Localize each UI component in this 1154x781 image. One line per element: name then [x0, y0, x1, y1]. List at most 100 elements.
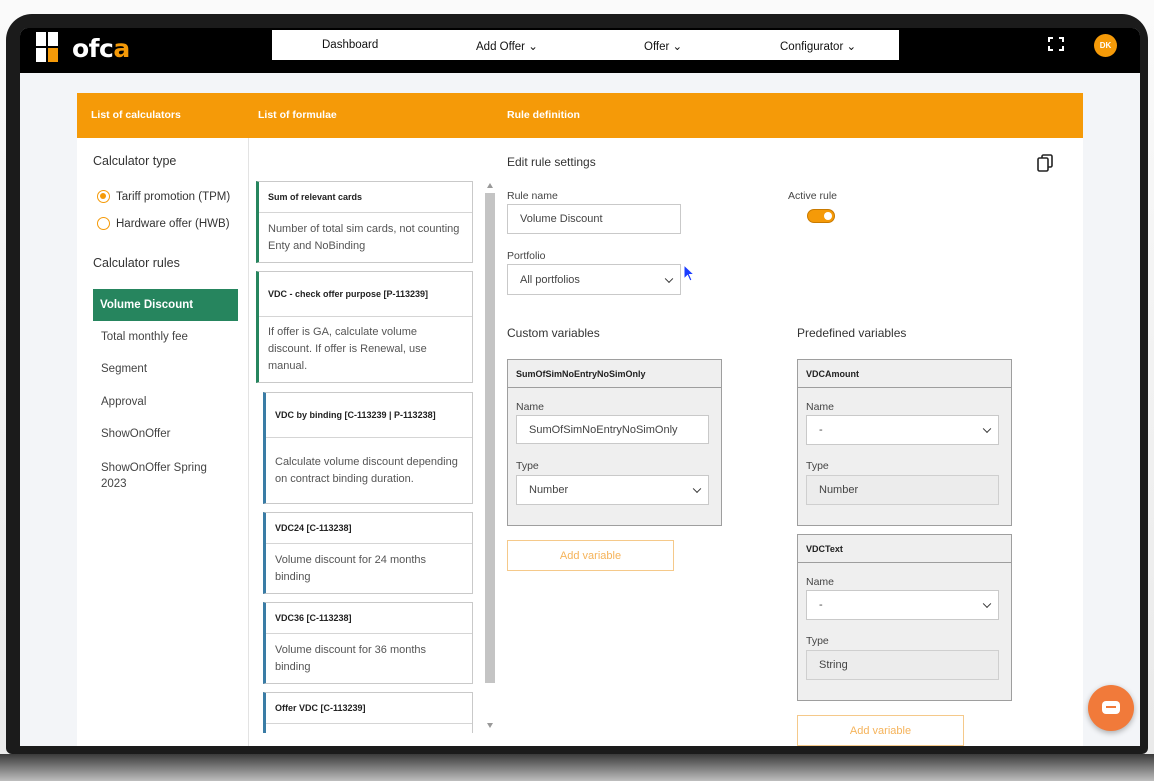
user-avatar[interactable]: DK	[1094, 34, 1117, 57]
predefined-variable-card: VDCAmount Name - Type Number	[797, 359, 1012, 526]
active-rule-label: Active rule	[788, 190, 838, 202]
device-base	[0, 754, 1154, 781]
rule-item-total-monthly-fee[interactable]: Total monthly fee	[101, 331, 246, 343]
radio-tpm-label: Tariff promotion (TPM)	[116, 190, 231, 203]
nav-configurator[interactable]: Configurator ⌄	[780, 39, 856, 53]
scroll-down-icon[interactable]	[487, 723, 493, 728]
rule-item-approval[interactable]: Approval	[101, 396, 246, 408]
edit-rule-heading: Edit rule settings	[507, 155, 596, 169]
header-formulae: List of formulae	[258, 109, 337, 121]
predefined-var-name-value: -	[819, 424, 823, 436]
nav-dashboard[interactable]: Dashboard	[322, 39, 378, 51]
radio-unselected-icon	[97, 217, 110, 230]
portfolio-value: All portfolios	[520, 273, 580, 286]
chevron-down-icon	[982, 599, 992, 609]
fullscreen-icon[interactable]	[1048, 37, 1064, 51]
radio-hwb-label: Hardware offer (HWB)	[116, 217, 230, 230]
scroll-up-icon[interactable]	[487, 183, 493, 188]
predefined-var-type-readonly: Number	[806, 475, 999, 505]
nav-add-offer[interactable]: Add Offer ⌄	[476, 39, 538, 53]
header-rule-definition: Rule definition	[507, 109, 580, 121]
custom-var-type-select[interactable]: Number	[516, 475, 709, 505]
main-nav: Dashboard Add Offer ⌄ Offer ⌄ Configurat…	[272, 30, 899, 60]
radio-selected-icon	[97, 190, 110, 203]
predefined-var-name-select[interactable]: -	[806, 415, 999, 445]
rule-name-label: Rule name	[507, 190, 558, 202]
rule-item-showonoffer[interactable]: ShowOnOffer	[101, 428, 246, 440]
formula-card[interactable]: VDC36 [C-113238] Volume discount for 36 …	[263, 602, 473, 684]
ofca-logo[interactable]: ofca	[36, 32, 130, 64]
formula-title: VDC24 [C-113238]	[266, 513, 472, 544]
logo-mark-icon	[36, 32, 68, 64]
formula-title: VDC - check offer purpose [P-113239]	[259, 272, 472, 317]
add-custom-variable-button[interactable]: Add variable	[507, 540, 674, 571]
portfolio-label: Portfolio	[507, 250, 546, 262]
chevron-down-icon	[982, 424, 992, 434]
top-bar: ofca Dashboard Add Offer ⌄ Offer ⌄ Confi…	[20, 28, 1140, 73]
predefined-variable-title: VDCText	[798, 535, 1011, 563]
predefined-variable-card: VDCText Name - Type String	[797, 534, 1012, 701]
device-frame: ofca Dashboard Add Offer ⌄ Offer ⌄ Confi…	[0, 0, 1154, 781]
header-calculators: List of calculators	[91, 109, 181, 121]
copy-icon[interactable]	[1037, 154, 1053, 172]
formula-card[interactable]: Offer VDC [C-113239]	[263, 692, 473, 733]
predefined-var-type-label: Type	[806, 460, 829, 472]
formula-desc	[266, 724, 472, 733]
predefined-var-name-select[interactable]: -	[806, 590, 999, 620]
formula-card[interactable]: VDC24 [C-113238] Volume discount for 24 …	[263, 512, 473, 594]
predefined-var-type-label: Type	[806, 635, 829, 647]
portfolio-select[interactable]: All portfolios	[507, 264, 681, 295]
formula-desc: Number of total sim cards, not counting …	[268, 222, 460, 252]
custom-var-type-label: Type	[516, 460, 539, 472]
predefined-variables-heading: Predefined variables	[797, 326, 907, 340]
radio-tpm[interactable]: Tariff promotion (TPM)	[97, 190, 230, 203]
chevron-down-icon	[664, 274, 674, 283]
mouse-cursor-icon	[683, 264, 695, 282]
formulae-list: Sum of relevant cards Number of total si…	[256, 181, 486, 733]
logo-text: ofc	[72, 33, 114, 63]
page-title-strip	[20, 73, 1140, 93]
configurator-panel: List of calculators List of formulae Rul…	[77, 93, 1083, 746]
formula-card[interactable]: VDC - check offer purpose [P-113239] If …	[256, 271, 473, 383]
formula-title: VDC by binding [C-113239 | P-113238]	[266, 393, 472, 438]
chat-bubble-icon	[1102, 701, 1120, 714]
predefined-var-name-label: Name	[806, 576, 835, 588]
formula-desc: Calculate volume discount depending on c…	[275, 455, 458, 485]
calculator-type-heading: Calculator type	[93, 154, 177, 168]
scroll-thumb[interactable]	[485, 193, 495, 683]
predefined-var-type-readonly: String	[806, 650, 999, 680]
chat-icon[interactable]	[1088, 685, 1134, 731]
logo-accent: a	[113, 33, 130, 63]
rule-name-input[interactable]: Volume Discount	[507, 204, 681, 234]
formula-title: Sum of relevant cards	[259, 182, 472, 213]
add-predefined-variable-button[interactable]: Add variable	[797, 715, 964, 746]
formula-desc: Volume discount for 36 months binding	[275, 643, 427, 673]
formulae-scrollbar[interactable]	[484, 181, 496, 733]
rule-item-segment[interactable]: Segment	[101, 363, 246, 375]
custom-variable-card: SumOfSimNoEntryNoSimOnly Name SumOfSimNo…	[507, 359, 722, 526]
predefined-variable-title: VDCAmount	[798, 360, 1011, 388]
predefined-var-name-value: -	[819, 599, 823, 611]
rule-item-showonoffer-spring[interactable]: ShowOnOffer Spring 2023	[101, 460, 231, 492]
chevron-down-icon	[692, 484, 702, 494]
nav-offer[interactable]: Offer ⌄	[644, 39, 682, 53]
column-divider	[248, 138, 249, 746]
formula-desc: If offer is GA, calculate volume discoun…	[268, 326, 427, 372]
calculator-rules-heading: Calculator rules	[93, 256, 180, 270]
formula-title: Offer VDC [C-113239]	[266, 693, 472, 724]
formula-card[interactable]: VDC by binding [C-113239 | P-113238] Cal…	[263, 392, 473, 504]
formula-title: VDC36 [C-113238]	[266, 603, 472, 634]
rule-item-volume-discount[interactable]: Volume Discount	[93, 289, 238, 321]
radio-hwb[interactable]: Hardware offer (HWB)	[97, 217, 230, 230]
custom-var-name-label: Name	[516, 401, 545, 413]
custom-var-name-input[interactable]: SumOfSimNoEntryNoSimOnly	[516, 415, 709, 444]
formula-card[interactable]: Sum of relevant cards Number of total si…	[256, 181, 473, 263]
predefined-var-name-label: Name	[806, 401, 835, 413]
app-screen: ofca Dashboard Add Offer ⌄ Offer ⌄ Confi…	[20, 28, 1140, 746]
custom-variables-heading: Custom variables	[507, 326, 600, 340]
custom-var-type-value: Number	[529, 484, 569, 496]
panel-header: List of calculators List of formulae Rul…	[77, 93, 1083, 138]
active-rule-toggle[interactable]	[807, 209, 835, 223]
custom-variable-title: SumOfSimNoEntryNoSimOnly	[508, 360, 721, 388]
formula-desc: Volume discount for 24 months binding	[275, 553, 427, 583]
